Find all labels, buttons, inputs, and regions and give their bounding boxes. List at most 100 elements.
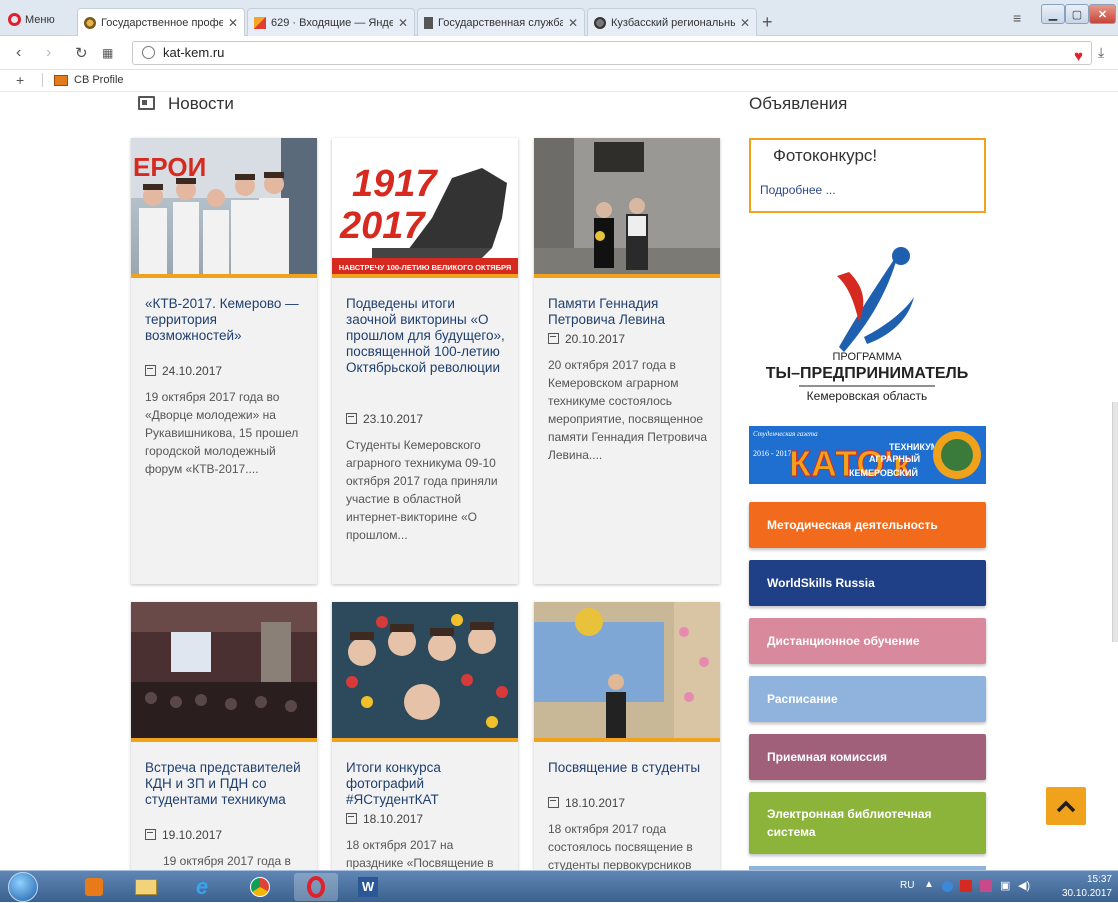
svg-text:Студенческая газета: Студенческая газета: [753, 430, 818, 438]
taskbar-opera[interactable]: [294, 873, 338, 901]
language-indicator[interactable]: RU: [900, 880, 914, 891]
svg-text:ПРОГРАММА: ПРОГРАММА: [832, 351, 902, 363]
close-icon: ✕: [1097, 8, 1108, 21]
news-photo[interactable]: [332, 602, 518, 742]
maximize-button[interactable]: ▢: [1065, 4, 1089, 24]
globe-icon: [142, 46, 155, 59]
news-card-title[interactable]: Итоги конкурса фотографий #ЯСтудентКАТ: [346, 760, 506, 808]
antivirus-icon[interactable]: [960, 880, 972, 892]
entrepreneur-program-banner[interactable]: ПРОГРАММА ТЫ–ПРЕДПРИНИМАТЕЛЬ Кемеровская…: [749, 242, 986, 412]
new-tab-button[interactable]: +: [762, 12, 773, 33]
worldskills-button[interactable]: WorldSkills Russia: [749, 560, 986, 606]
tab-civil-service[interactable]: Государственная служба ✕: [417, 8, 585, 36]
close-window-button[interactable]: ✕: [1089, 4, 1116, 24]
news-card[interactable]: 1917 2017 НАВСТРЕЧУ 100-ЛЕТИЮ ВЕЛИКОГО О…: [332, 138, 518, 584]
taskbar-outlook[interactable]: [72, 873, 116, 901]
internet-explorer-icon: e: [195, 874, 209, 899]
site-icon: [84, 16, 96, 29]
page-scrollbar[interactable]: [1112, 402, 1118, 642]
tab-college[interactable]: Государственное профе ✕: [77, 8, 245, 36]
announcement-link[interactable]: Подробнее ...: [760, 183, 836, 197]
news-card-title[interactable]: Памяти Геннадия Петровича Левина: [548, 296, 708, 328]
download-icon[interactable]: ⤓: [1098, 44, 1104, 61]
clock-date[interactable]: 30.10.2017: [1056, 888, 1112, 899]
news-card[interactable]: ЕРОИ «КТВ-2017. Кемерово — территория во…: [131, 138, 317, 584]
calendar-icon: [145, 829, 156, 840]
news-photo[interactable]: [534, 138, 720, 278]
tray-app-icon[interactable]: [942, 881, 953, 892]
close-icon[interactable]: ✕: [568, 16, 578, 30]
methodical-activity-button[interactable]: Методическая деятельность: [749, 502, 986, 548]
reload-icon[interactable]: ↻: [75, 44, 88, 62]
chevron-up-icon: [1056, 800, 1076, 813]
news-photo[interactable]: ЕРОИ: [131, 138, 317, 278]
tray-flag-icon[interactable]: [980, 880, 992, 892]
system-tray: RU ▲ ▣ ◀) 15:37 30.10.2017: [894, 871, 1118, 903]
announcement-title[interactable]: Фотоконкурс!: [773, 146, 877, 166]
mail-icon: [254, 16, 266, 29]
news-card-date: 19.10.2017: [145, 828, 222, 842]
announcement-card[interactable]: Фотоконкурс! Подробнее ...: [749, 138, 986, 213]
taskbar-word[interactable]: W: [346, 873, 390, 901]
newspaper-banner[interactable]: Студенческая газета 2016 - 2017 КАТО'к Т…: [749, 426, 986, 485]
taskbar-explorer[interactable]: [124, 873, 168, 901]
close-icon[interactable]: ✕: [740, 16, 750, 30]
opera-logo-icon: [8, 13, 21, 26]
tab-menu-icon[interactable]: ≡: [1013, 10, 1021, 26]
volume-icon[interactable]: ◀): [1018, 879, 1030, 892]
news-card-date: 18.10.2017: [548, 796, 625, 810]
distance-learning-button[interactable]: Дистанционное обучение: [749, 618, 986, 664]
start-button[interactable]: [8, 872, 38, 902]
add-bookmark-button[interactable]: +: [16, 72, 24, 88]
url-field[interactable]: kat-kem.ru ♥: [132, 41, 1092, 65]
news-card-text: 18 октября 2017 на празднике «Посвящение…: [346, 838, 494, 870]
minimize-icon: ▁: [1048, 8, 1058, 21]
heart-icon[interactable]: ♥: [1074, 46, 1083, 68]
scroll-to-top-button[interactable]: [1046, 787, 1086, 825]
schedule-button[interactable]: Расписание: [749, 676, 986, 722]
students-photo-image: ЕРОИ: [131, 138, 317, 274]
site-icon: [594, 16, 606, 29]
news-photo[interactable]: [534, 602, 720, 742]
svg-text:2017: 2017: [339, 205, 426, 247]
news-card-title[interactable]: «КТВ-2017. Кемерово — территория возможн…: [145, 296, 305, 344]
news-photo[interactable]: [131, 602, 317, 742]
news-card-text: 19 октября 2017 года во «Дворце молодежи…: [145, 390, 299, 476]
program-logo-image: ПРОГРАММА ТЫ–ПРЕДПРИНИМАТЕЛЬ Кемеровская…: [766, 247, 968, 403]
taskbar-chrome[interactable]: [238, 873, 282, 901]
news-photo[interactable]: 1917 2017 НАВСТРЕЧУ 100-ЛЕТИЮ ВЕЛИКОГО О…: [332, 138, 518, 278]
tray-arrow-icon[interactable]: ▲: [924, 879, 934, 890]
newspaper-logo-image: Студенческая газета 2016 - 2017 КАТО'к Т…: [749, 426, 986, 485]
minimize-button[interactable]: ▁: [1041, 4, 1065, 24]
news-card-text: 18 октября 2017 года состоялось посвящен…: [548, 822, 693, 870]
taskbar-ie[interactable]: e: [180, 873, 224, 901]
close-icon[interactable]: ✕: [398, 16, 408, 30]
announcements-heading: Объявления: [749, 94, 848, 113]
tab-mail[interactable]: 629 · Входящие — Яндек ✕: [247, 8, 415, 36]
speed-dial-icon[interactable]: ▦: [102, 46, 113, 60]
close-icon[interactable]: ✕: [228, 16, 238, 30]
news-card[interactable]: Итоги конкурса фотографий #ЯСтудентКАТ 1…: [332, 602, 518, 870]
network-icon[interactable]: ▣: [1000, 879, 1010, 892]
memorial-photo-image: [534, 138, 720, 274]
opera-menu-button[interactable]: Меню: [8, 13, 55, 26]
news-card-title[interactable]: Встреча представителей КДН и ЗП и ПДН со…: [145, 760, 305, 808]
bookmark-cb-profile[interactable]: CB Profile: [54, 74, 124, 86]
forward-icon[interactable]: ›: [46, 44, 51, 62]
calendar-icon: [346, 413, 357, 424]
admission-committee-button[interactable]: Приемная комиссия: [749, 734, 986, 780]
clock-time[interactable]: 15:37: [1062, 874, 1112, 885]
news-card[interactable]: Посвящение в студенты 18.10.2017 18 октя…: [534, 602, 720, 870]
news-card[interactable]: Памяти Геннадия Петровича Левина 20.10.2…: [534, 138, 720, 584]
news-card[interactable]: Встреча представителей КДН и ЗП и ПДН со…: [131, 602, 317, 870]
calendar-icon: [548, 333, 559, 344]
news-card-text: Студенты Кемеровского аграрного техникум…: [346, 438, 498, 542]
tab-kuzbass[interactable]: Кузбасский региональны ✕: [587, 8, 757, 36]
news-icon: [138, 96, 155, 110]
svg-text:КЕМЕРОВСКИЙ: КЕМЕРОВСКИЙ: [849, 467, 918, 478]
news-card-title[interactable]: Подведены итоги заочной викторины «О про…: [346, 296, 506, 376]
students-flowers-photo-image: [332, 602, 518, 738]
news-card-title[interactable]: Посвящение в студенты: [548, 760, 708, 776]
back-icon[interactable]: ‹: [16, 44, 21, 62]
library-system-button[interactable]: Электронная библиотечная система: [749, 792, 986, 854]
